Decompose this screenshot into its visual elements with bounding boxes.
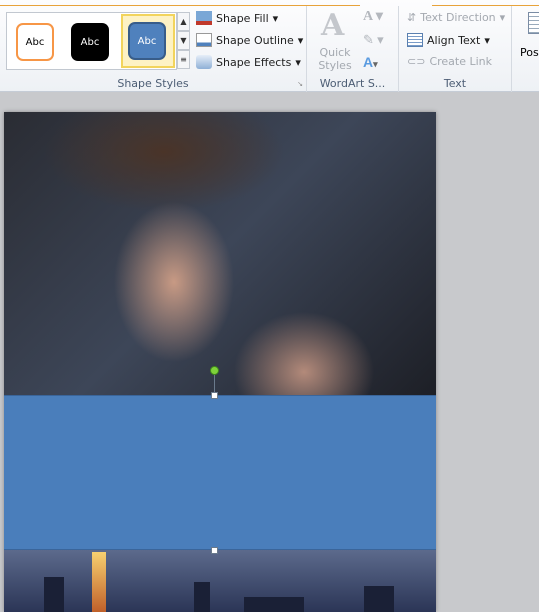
group-label: WordArt S... <box>319 77 386 90</box>
paint-bucket-icon <box>196 11 212 25</box>
gallery-scroll-up[interactable]: ▲ <box>177 12 190 31</box>
chevron-down-icon: ▾ <box>484 33 490 47</box>
city-skyline-photo[interactable] <box>4 550 436 612</box>
arrange-group: Pos <box>512 6 539 92</box>
dialog-launcher-icon[interactable]: ↘ <box>297 80 303 88</box>
shape-style-1[interactable]: Abc <box>16 23 54 61</box>
rotation-handle[interactable] <box>210 366 219 375</box>
building <box>194 582 210 612</box>
quick-styles-button[interactable]: Quick Styles <box>317 46 353 72</box>
chevron-down-icon: ▾ <box>272 11 279 25</box>
shape-outline-label: Shape Outline <box>216 33 294 47</box>
wordart-a-icon: A <box>321 8 345 43</box>
text-group: ⇵ Text Direction ▾ Align Text ▾ ⊂⊃ Create Li… <box>399 6 512 92</box>
building <box>44 577 64 612</box>
text-fill-icon[interactable]: A ▾ <box>363 8 383 25</box>
chevron-down-icon: ▾ <box>297 33 304 47</box>
shape-style-gallery: Abc Abc Abc <box>6 12 177 70</box>
text-direction-label: Text Direction <box>420 11 496 24</box>
group-label: Shape Styles <box>117 77 189 90</box>
wordart-group: A Quick Styles A ▾ ✎ ▾ A▾ WordArt S... <box>307 6 399 92</box>
shape-fill-label: Shape Fill <box>216 11 269 25</box>
shape-style-3[interactable]: Abc <box>128 22 166 60</box>
text-direction-icon: ⇵ <box>407 11 417 24</box>
shape-outline-button[interactable]: Shape Outline ▾ <box>196 33 303 47</box>
shape-style-2[interactable]: Abc <box>71 23 109 61</box>
position-icon <box>528 12 539 34</box>
ribbon: Abc Abc Abc ▲ ▼ ≡ Shape Fill ▾ Shape Outl… <box>0 0 539 92</box>
rotation-line <box>214 375 215 393</box>
portrait-photo[interactable] <box>4 112 436 395</box>
chevron-down-icon: ▾ <box>499 11 506 24</box>
shape-effects-button[interactable]: Shape Effects ▾ <box>196 55 301 69</box>
align-text-button[interactable]: Align Text ▾ <box>407 33 490 47</box>
create-link-label: Create Link <box>429 55 493 68</box>
blue-rectangle-shape[interactable] <box>4 395 436 550</box>
building <box>364 586 394 612</box>
text-effects-icon[interactable]: A▾ <box>363 54 378 70</box>
resize-handle-top[interactable] <box>211 392 218 399</box>
chevron-down-icon: ▾ <box>295 55 301 69</box>
shape-fill-button[interactable]: Shape Fill ▾ <box>196 11 278 25</box>
position-button[interactable]: Pos <box>520 46 539 59</box>
shape-effects-label: Shape Effects <box>216 55 292 69</box>
align-text-label: Align Text <box>427 33 481 47</box>
group-label: Text <box>443 77 467 90</box>
shape-effects-icon <box>196 55 212 69</box>
align-text-icon <box>407 33 423 47</box>
gallery-more[interactable]: ≡ <box>177 50 190 69</box>
building <box>244 597 304 612</box>
pencil-icon <box>196 33 212 47</box>
text-direction-button[interactable]: ⇵ Text Direction ▾ <box>407 11 505 24</box>
gallery-scroll-down[interactable]: ▼ <box>177 31 190 50</box>
link-icon: ⊂⊃ <box>407 55 426 68</box>
shape-styles-group: Abc Abc Abc ▲ ▼ ≡ Shape Fill ▾ Shape Outl… <box>0 6 307 92</box>
tower <box>92 552 106 612</box>
create-link-button[interactable]: ⊂⊃ Create Link <box>407 55 492 68</box>
text-outline-icon[interactable]: ✎ ▾ <box>363 32 384 48</box>
resize-handle-bottom[interactable] <box>211 547 218 554</box>
